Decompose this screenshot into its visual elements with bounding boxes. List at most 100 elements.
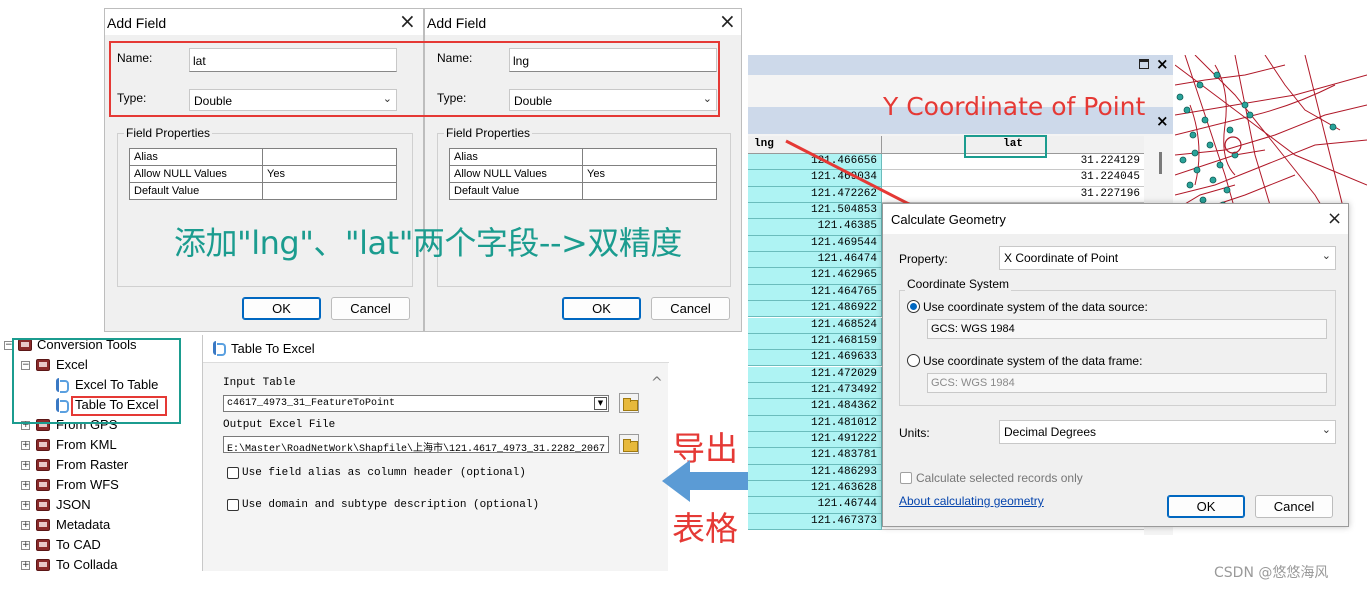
scrollbar-thumb[interactable] <box>1159 152 1162 174</box>
data-frame-cs-field: GCS: WGS 1984 <box>927 373 1327 393</box>
toolset-icon <box>36 499 50 511</box>
table-row[interactable]: Allow NULL Values Yes <box>129 165 397 183</box>
lng-cell[interactable]: 121.467373 <box>748 513 882 530</box>
close-icon[interactable]: × <box>1156 112 1169 130</box>
name-type-highlight <box>109 41 720 117</box>
lng-cell[interactable]: 121.483781 <box>748 448 882 465</box>
close-icon[interactable]: × <box>1156 55 1169 73</box>
expand-icon[interactable]: + <box>21 441 30 450</box>
prop-value[interactable] <box>582 148 717 166</box>
lng-cell[interactable]: 121.463628 <box>748 481 882 498</box>
prop-value[interactable]: Yes <box>582 165 717 183</box>
dialog-title: Add Field <box>425 9 741 35</box>
lng-cell[interactable]: 121.468524 <box>748 317 882 334</box>
dialog-title: Calculate Geometry <box>883 204 1348 234</box>
lng-cell[interactable]: 121.464765 <box>748 284 882 302</box>
folder-open-icon[interactable] <box>619 434 639 454</box>
data-source-cs-field: GCS: WGS 1984 <box>927 319 1327 339</box>
window-titlebar: × <box>748 55 1173 75</box>
chevron-down-icon: ⌄ <box>1321 423 1331 436</box>
toolset-icon <box>36 539 50 551</box>
table-to-excel-dialog: Table To Excel Input Table c4617_4973_31… <box>202 335 669 571</box>
field-alias-label: Use field alias as column header (option… <box>242 467 526 479</box>
scroll-up-icon[interactable]: ^ <box>651 375 663 391</box>
prop-key: Alias <box>449 148 583 166</box>
ok-button[interactable]: OK <box>562 297 641 320</box>
lng-cell[interactable]: 121.486293 <box>748 464 882 481</box>
selected-only-label: Calculate selected records only <box>916 471 1083 485</box>
field-properties-table: Alias Allow NULL Values Yes Default Value <box>129 148 397 200</box>
units-select-value: Decimal Degrees <box>1004 425 1097 439</box>
close-icon[interactable]: × <box>399 11 416 31</box>
lng-cell[interactable]: 121.462965 <box>748 268 882 285</box>
input-table-select[interactable]: c4617_4973_31_FeatureToPoint ▼ <box>223 395 609 412</box>
help-link[interactable]: About calculating geometry <box>899 494 1044 508</box>
table-to-excel-highlight <box>71 396 167 416</box>
expand-icon[interactable]: + <box>21 481 30 490</box>
lng-cell[interactable]: 121.472029 <box>748 366 882 383</box>
close-icon[interactable]: × <box>1327 209 1342 229</box>
toolset-icon <box>36 559 50 571</box>
output-file-input[interactable]: E:\Master\RoadNetWork\Shapfile\上海市\121.4… <box>223 436 609 453</box>
lng-cell[interactable]: 121.491222 <box>748 431 882 449</box>
cancel-button[interactable]: Cancel <box>651 297 730 320</box>
domain-subtype-checkbox[interactable] <box>227 499 239 511</box>
watermark: CSDN @悠悠海风 <box>1214 565 1329 581</box>
y-coordinate-annotation: Y Coordinate of Point <box>883 92 1146 121</box>
prop-value[interactable] <box>262 182 397 200</box>
folder-open-icon[interactable] <box>619 393 639 413</box>
prop-value[interactable] <box>262 148 397 166</box>
data-frame-radio[interactable] <box>907 354 920 367</box>
tree-item-label: From WFS <box>56 477 119 492</box>
units-label: Units: <box>899 426 930 440</box>
maximize-icon[interactable] <box>1139 59 1149 69</box>
export-label-line2: 表格 <box>672 509 738 548</box>
property-select-value: X Coordinate of Point <box>1004 251 1119 265</box>
tree-item-label: Metadata <box>56 517 111 532</box>
table-row[interactable]: Default Value <box>449 182 717 200</box>
table-row[interactable]: Alias <box>129 148 397 166</box>
tree-item-label: To Collada <box>56 557 118 572</box>
table-row[interactable]: Alias <box>449 148 717 166</box>
table-row[interactable]: Allow NULL Values Yes <box>449 165 717 183</box>
tree-item-label: From KML <box>56 437 117 452</box>
lng-cell[interactable]: 121.46744 <box>748 497 882 514</box>
cancel-button[interactable]: Cancel <box>1255 495 1333 518</box>
prop-value[interactable] <box>582 182 717 200</box>
lng-cell[interactable]: 121.473492 <box>748 382 882 400</box>
input-table-label: Input Table <box>223 377 296 389</box>
expand-icon[interactable]: + <box>21 561 30 570</box>
prop-value[interactable]: Yes <box>262 165 397 183</box>
lng-cell[interactable]: 121.468159 <box>748 333 882 351</box>
tree-item-label: To CAD <box>56 537 101 552</box>
close-icon[interactable]: × <box>719 11 736 31</box>
expand-icon[interactable]: + <box>21 461 30 470</box>
dialog-title: Table To Excel <box>231 341 315 356</box>
field-properties-title: Field Properties <box>124 126 213 140</box>
output-file-label: Output Excel File <box>223 419 336 431</box>
lng-cell[interactable]: 121.486922 <box>748 301 882 318</box>
tree-item-label: JSON <box>56 497 91 512</box>
units-select[interactable]: Decimal Degrees ⌄ <box>999 420 1336 444</box>
expand-icon[interactable]: + <box>21 541 30 550</box>
add-fields-annotation: 添加"lng"、"lat"两个字段-->双精度 <box>174 224 682 262</box>
property-select[interactable]: X Coordinate of Point ⌄ <box>999 246 1336 270</box>
ok-button[interactable]: OK <box>1167 495 1245 518</box>
expand-icon[interactable]: + <box>21 501 30 510</box>
lng-cell[interactable]: 121.484362 <box>748 399 882 416</box>
lng-cell[interactable]: 121.481012 <box>748 415 882 432</box>
cancel-button[interactable]: Cancel <box>331 297 410 320</box>
tool-icon <box>213 341 226 356</box>
lng-cell[interactable]: 121.469633 <box>748 350 882 367</box>
prop-key: Default Value <box>129 182 263 200</box>
selected-only-checkbox[interactable] <box>900 472 912 484</box>
table-row[interactable]: Default Value <box>129 182 397 200</box>
expand-icon[interactable]: + <box>21 521 30 530</box>
field-properties-table: Alias Allow NULL Values Yes Default Value <box>449 148 717 200</box>
data-source-radio[interactable] <box>907 300 920 313</box>
field-alias-checkbox[interactable] <box>227 467 239 479</box>
coordinate-system-title: Coordinate System <box>905 277 1012 291</box>
ok-button[interactable]: OK <box>242 297 321 320</box>
chevron-down-icon[interactable]: ▼ <box>594 397 607 410</box>
data-frame-label: Use coordinate system of the data frame: <box>923 354 1143 368</box>
